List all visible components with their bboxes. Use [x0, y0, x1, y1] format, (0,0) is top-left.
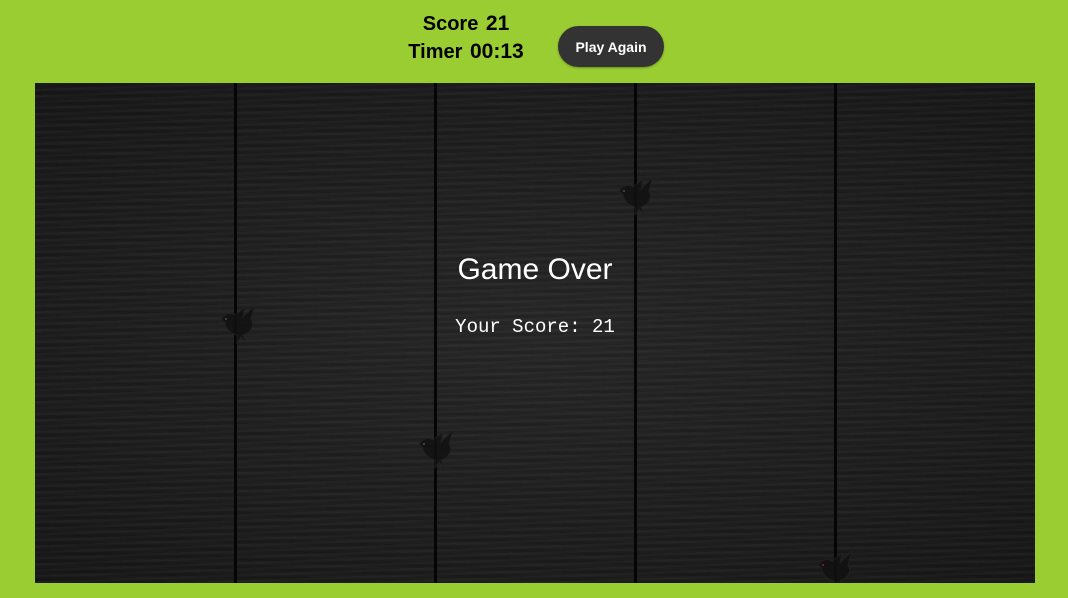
- game-over-title: Game Over: [457, 253, 613, 286]
- game-over-overlay: Game Over Your Score: 21: [35, 83, 1035, 583]
- score-label: Score: [422, 13, 479, 35]
- hud: Score 21 Timer 00:13 Play Again: [0, 0, 1068, 83]
- game-board[interactable]: Game Over Your Score: 21: [35, 83, 1035, 583]
- score-row: Score 21: [390, 10, 542, 38]
- play-again-button[interactable]: Play Again: [558, 26, 664, 67]
- score-value: 21: [485, 12, 510, 35]
- timer-label: Timer: [408, 41, 463, 63]
- final-score-text: Your Score: 21: [455, 316, 615, 338]
- stats-panel: Score 21 Timer 00:13: [390, 10, 542, 66]
- timer-row: Timer 00:13: [390, 38, 542, 66]
- timer-value: 00:13: [469, 40, 524, 63]
